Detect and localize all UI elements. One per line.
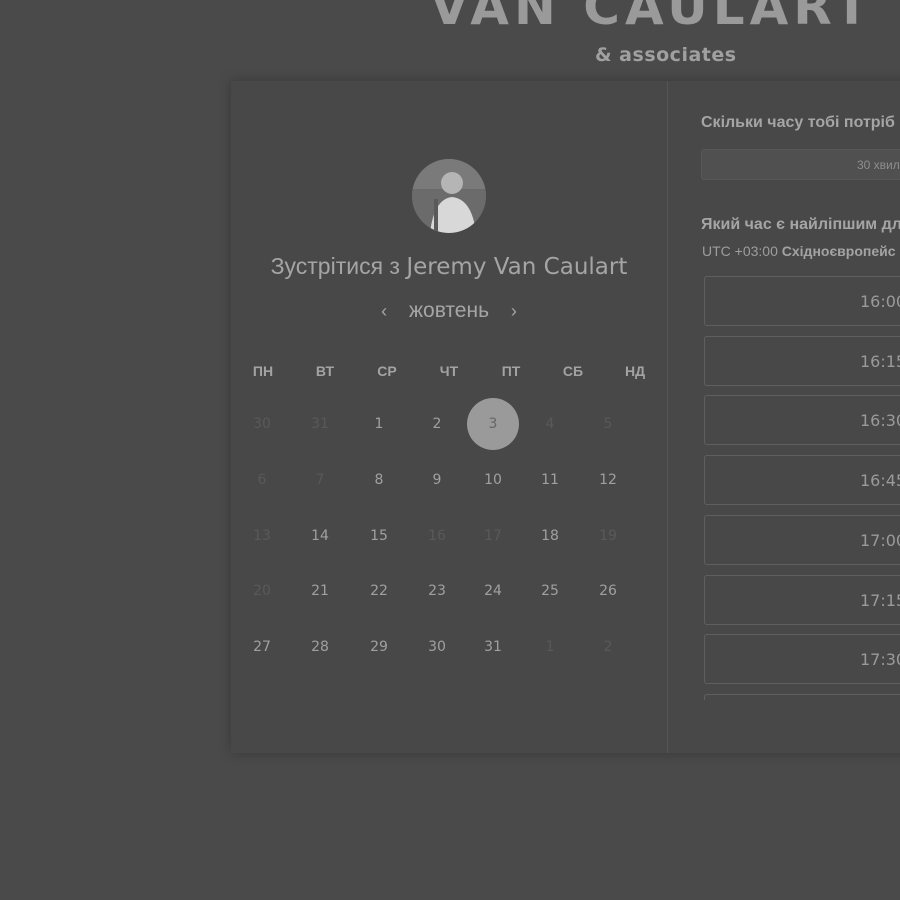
- host-name: Jeremy Van Caulart: [406, 254, 628, 280]
- calendar-day: 1: [545, 639, 555, 655]
- calendar-day: 13: [253, 528, 271, 544]
- timezone-offset: UTC +03:00: [702, 243, 778, 259]
- calendar-day: 16: [428, 528, 446, 544]
- weekday-header: СР: [377, 363, 397, 379]
- calendar-day: 5: [603, 416, 613, 432]
- time-slot-button[interactable]: 17:30: [704, 634, 900, 685]
- calendar-day[interactable]: 27: [242, 637, 282, 657]
- duration-value: 30 хвил: [857, 158, 900, 172]
- calendar-day[interactable]: 23: [417, 581, 457, 601]
- calendar-day: 30: [253, 416, 271, 432]
- avatar: [412, 159, 486, 233]
- calendar-day: 17: [484, 528, 502, 544]
- calendar-day: 2: [603, 639, 613, 655]
- calendar-day[interactable]: 29: [359, 637, 399, 657]
- calendar-day[interactable]: 28: [300, 637, 340, 657]
- calendar-day[interactable]: 9: [417, 470, 457, 490]
- calendar-day[interactable]: 25: [530, 581, 570, 601]
- month-navigation: ‹ жовтень ›: [231, 299, 667, 323]
- time-slot-label: 16:45: [860, 471, 900, 491]
- headline-prefix: Зустрітися з: [270, 253, 400, 279]
- calendar-day: 31: [311, 416, 329, 432]
- weekday-header: ЧТ: [439, 363, 459, 379]
- chevron-right-icon[interactable]: ›: [503, 301, 525, 322]
- time-slot-label: 17:30: [860, 650, 900, 670]
- weekday-header: НД: [624, 363, 646, 379]
- chevron-left-icon[interactable]: ‹: [373, 301, 395, 322]
- meeting-headline: Зустрітися з Jeremy Van Caulart: [231, 253, 667, 280]
- weekday-header: ВТ: [315, 363, 335, 379]
- time-slot-label: 17:15: [860, 590, 900, 610]
- time-slot-button[interactable]: 16:15: [704, 335, 900, 386]
- time-slot-list: 16:00 16:15 16:30 16:45 17:00 17:15 17:30: [704, 276, 900, 700]
- calendar-day[interactable]: 11: [530, 470, 570, 490]
- time-slot-label: 16:15: [860, 351, 900, 371]
- calendar-day[interactable]: 18: [530, 526, 570, 546]
- calendar-day[interactable]: 8: [359, 470, 399, 490]
- time-slot-button[interactable]: 16:45: [704, 455, 900, 506]
- calendar-day: 7: [315, 472, 325, 488]
- time-slot-button[interactable]: 17:00: [704, 514, 900, 565]
- time-slot-button[interactable]: 16:00: [704, 276, 900, 326]
- calendar-day[interactable]: 31: [473, 637, 513, 657]
- calendar-day[interactable]: 22: [359, 581, 399, 601]
- booking-panel: Зустрітися з Jeremy Van Caulart ‹ жовтен…: [231, 81, 900, 753]
- calendar-day[interactable]: 26: [588, 581, 628, 601]
- brand-title: VAN CAULART: [430, 0, 874, 36]
- duration-question: Скільки часу тобі потріб: [701, 114, 895, 131]
- calendar-day[interactable]: 21: [300, 581, 340, 601]
- time-slot-button[interactable]: 17:15: [704, 574, 900, 625]
- panel-divider: [667, 81, 668, 753]
- month-label: жовтень: [408, 299, 490, 323]
- timezone-name: Східноєвропейс: [781, 243, 896, 259]
- calendar-day[interactable]: 24: [473, 581, 513, 601]
- duration-select[interactable]: 30 хвил: [701, 149, 900, 180]
- calendar-day: 20: [253, 583, 271, 599]
- time-slot-button[interactable]: [704, 693, 900, 700]
- brand-subtitle: & associates: [595, 44, 737, 66]
- calendar-day[interactable]: 10: [473, 470, 513, 490]
- calendar-day-selected[interactable]: 3: [467, 398, 519, 450]
- calendar-day[interactable]: 14: [300, 526, 340, 546]
- calendar-day: 6: [257, 472, 267, 488]
- time-slot-button[interactable]: 16:30: [704, 395, 900, 446]
- calendar-day: 19: [599, 528, 617, 544]
- calendar-day[interactable]: 12: [588, 470, 628, 490]
- calendar-day[interactable]: 1: [359, 414, 399, 434]
- time-slot-label: 16:30: [860, 411, 900, 431]
- time-question: Який час є найліпшим дл: [701, 216, 900, 233]
- timezone-label[interactable]: UTC +03:00 Східноєвропейс: [702, 243, 896, 259]
- calendar-day[interactable]: 15: [359, 526, 399, 546]
- weekday-header: ПТ: [501, 363, 521, 379]
- calendar-day: 4: [545, 416, 555, 432]
- calendar-day[interactable]: 30: [417, 637, 457, 657]
- calendar-day[interactable]: 2: [417, 414, 457, 434]
- time-slot-label: 17:00: [860, 530, 900, 550]
- weekday-header: ПН: [252, 363, 274, 379]
- time-slot-label: 16:00: [860, 292, 900, 311]
- weekday-header: СБ: [562, 363, 584, 379]
